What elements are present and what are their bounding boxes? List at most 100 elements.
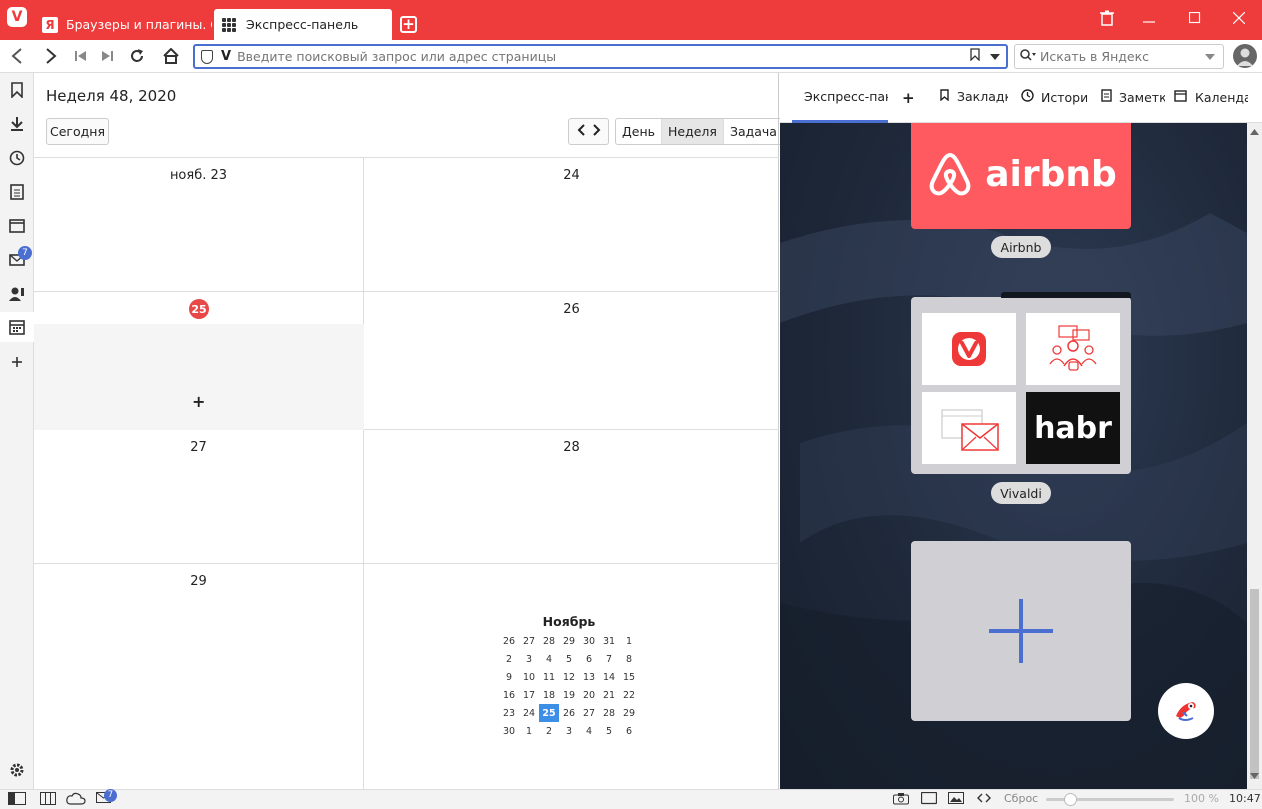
address-field[interactable]: V xyxy=(193,44,1008,69)
panel-toggle-icon[interactable] xyxy=(8,792,26,808)
mini-calendar-day[interactable]: 5 xyxy=(599,722,619,740)
shield-icon[interactable] xyxy=(201,49,213,64)
speed-dial-airbnb[interactable]: airbnb xyxy=(911,123,1131,229)
forward-icon[interactable] xyxy=(40,45,62,67)
mini-calendar-day[interactable]: 5 xyxy=(559,650,579,668)
bookmark-icon[interactable] xyxy=(970,48,980,65)
history-icon[interactable] xyxy=(8,149,26,167)
day-cell[interactable]: 27 xyxy=(34,430,364,564)
mini-calendar-day[interactable]: 22 xyxy=(619,686,639,704)
mini-calendar-day[interactable]: 16 xyxy=(499,686,519,704)
maximize-icon[interactable] xyxy=(1188,10,1201,28)
zoom-reset-label[interactable]: Сброс xyxy=(1004,792,1038,805)
mini-calendar-day[interactable]: 4 xyxy=(539,650,559,668)
minimize-icon[interactable] xyxy=(1143,10,1155,28)
trash-icon[interactable] xyxy=(1100,10,1114,30)
mini-calendar-day[interactable]: 3 xyxy=(519,650,539,668)
speed-dial-folder-vivaldi[interactable]: habr xyxy=(911,292,1131,474)
mini-calendar-day[interactable]: 27 xyxy=(519,632,539,650)
view-week-button[interactable]: Неделя xyxy=(662,119,724,144)
mini-calendar-day[interactable]: 1 xyxy=(619,632,639,650)
mini-calendar-day[interactable]: 31 xyxy=(599,632,619,650)
contacts-icon[interactable] xyxy=(8,285,26,303)
mini-calendar-day[interactable]: 11 xyxy=(539,668,559,686)
window-icon[interactable] xyxy=(8,217,26,235)
mini-calendar-day[interactable]: 25 xyxy=(539,704,559,722)
close-icon[interactable] xyxy=(1232,10,1246,28)
today-button[interactable]: Сегодня xyxy=(46,118,109,145)
next-week-icon[interactable] xyxy=(592,124,601,139)
profile-avatar[interactable] xyxy=(1233,44,1257,68)
mini-calendar-day[interactable]: 30 xyxy=(579,632,599,650)
tab-notes[interactable]: Заметки xyxy=(1101,89,1165,105)
mini-calendar-day[interactable]: 13 xyxy=(579,668,599,686)
bookmarks-icon[interactable] xyxy=(8,81,26,99)
prev-week-icon[interactable] xyxy=(577,124,585,139)
add-event-button[interactable]: + xyxy=(192,392,205,411)
day-cell[interactable]: нояб. 23 xyxy=(34,158,364,292)
reload-icon[interactable] xyxy=(126,45,148,67)
vivaldi-menu-icon[interactable]: V xyxy=(7,7,27,27)
mini-calendar-day[interactable]: 12 xyxy=(559,668,579,686)
search-input[interactable] xyxy=(1040,49,1205,64)
zoom-slider-handle[interactable] xyxy=(1064,793,1077,806)
add-group-button[interactable]: + xyxy=(902,89,915,107)
chevron-down-icon[interactable] xyxy=(1205,49,1215,64)
mini-calendar-day[interactable]: 28 xyxy=(539,632,559,650)
search-icon[interactable] xyxy=(1020,48,1036,65)
notes-icon[interactable] xyxy=(8,183,26,201)
fast-forward-icon[interactable] xyxy=(96,45,118,67)
tab-speed-dial[interactable]: Экспресс-панель xyxy=(804,89,888,104)
settings-gear-icon[interactable] xyxy=(8,761,26,779)
day-cell-today[interactable]: 25 + xyxy=(34,292,364,430)
window-frame-icon[interactable] xyxy=(920,791,938,808)
view-day-button[interactable]: День xyxy=(616,119,662,144)
mini-calendar-day[interactable]: 6 xyxy=(619,722,639,740)
mini-calendar-day[interactable]: 26 xyxy=(499,632,519,650)
add-speed-dial-button[interactable] xyxy=(911,541,1131,721)
mini-calendar-day[interactable]: 18 xyxy=(539,686,559,704)
camera-icon[interactable] xyxy=(893,792,909,808)
mini-calendar-day[interactable]: 20 xyxy=(579,686,599,704)
mini-calendar-day[interactable]: 14 xyxy=(599,668,619,686)
mini-calendar-day[interactable]: 2 xyxy=(499,650,519,668)
mini-calendar-day[interactable]: 1 xyxy=(519,722,539,740)
mini-calendar-day[interactable]: 21 xyxy=(599,686,619,704)
tab-tiling-icon[interactable] xyxy=(40,792,56,808)
mini-calendar-day[interactable]: 29 xyxy=(559,632,579,650)
mini-calendar-day[interactable]: 27 xyxy=(579,704,599,722)
tab-history[interactable]: История xyxy=(1021,89,1087,105)
new-tab-button[interactable]: + xyxy=(400,16,417,33)
day-cell[interactable]: 28 xyxy=(364,430,779,564)
mini-calendar-day[interactable]: 30 xyxy=(499,722,519,740)
zoom-slider[interactable] xyxy=(1046,793,1174,806)
mini-calendar-day[interactable]: 2 xyxy=(539,722,559,740)
scrollbar-thumb[interactable] xyxy=(1250,589,1259,779)
search-field[interactable] xyxy=(1014,44,1224,69)
code-icon[interactable] xyxy=(977,792,991,807)
image-icon[interactable] xyxy=(948,792,964,808)
downloads-icon[interactable] xyxy=(8,115,26,133)
mini-calendar-day[interactable]: 4 xyxy=(579,722,599,740)
mini-calendar-day[interactable]: 3 xyxy=(559,722,579,740)
mini-calendar-day[interactable]: 26 xyxy=(559,704,579,722)
mini-calendar-day[interactable]: 15 xyxy=(619,668,639,686)
day-cell[interactable]: 29 xyxy=(34,564,364,789)
day-cell[interactable]: 26 xyxy=(364,292,779,430)
tab-calendar[interactable]: Календарь xyxy=(1174,89,1248,105)
mini-calendar-day[interactable]: 17 xyxy=(519,686,539,704)
sync-cloud-icon[interactable] xyxy=(66,792,86,808)
day-cell[interactable]: 24 xyxy=(364,158,779,292)
mini-calendar-day[interactable]: 9 xyxy=(499,668,519,686)
tab-speed-dial[interactable]: Экспресс-панель xyxy=(214,9,392,40)
address-input[interactable] xyxy=(237,49,970,64)
home-icon[interactable] xyxy=(160,45,182,67)
mini-calendar-day[interactable]: 19 xyxy=(559,686,579,704)
chevron-down-icon[interactable] xyxy=(990,49,1000,64)
tab-bookmarks[interactable]: Закладки xyxy=(940,89,1008,104)
mini-calendar-day[interactable]: 23 xyxy=(499,704,519,722)
view-task-button[interactable]: Задача xyxy=(724,119,783,144)
mini-calendar-day[interactable]: 28 xyxy=(599,704,619,722)
rewind-icon[interactable] xyxy=(70,45,92,67)
speed-dial-scrollbar[interactable] xyxy=(1247,123,1262,789)
